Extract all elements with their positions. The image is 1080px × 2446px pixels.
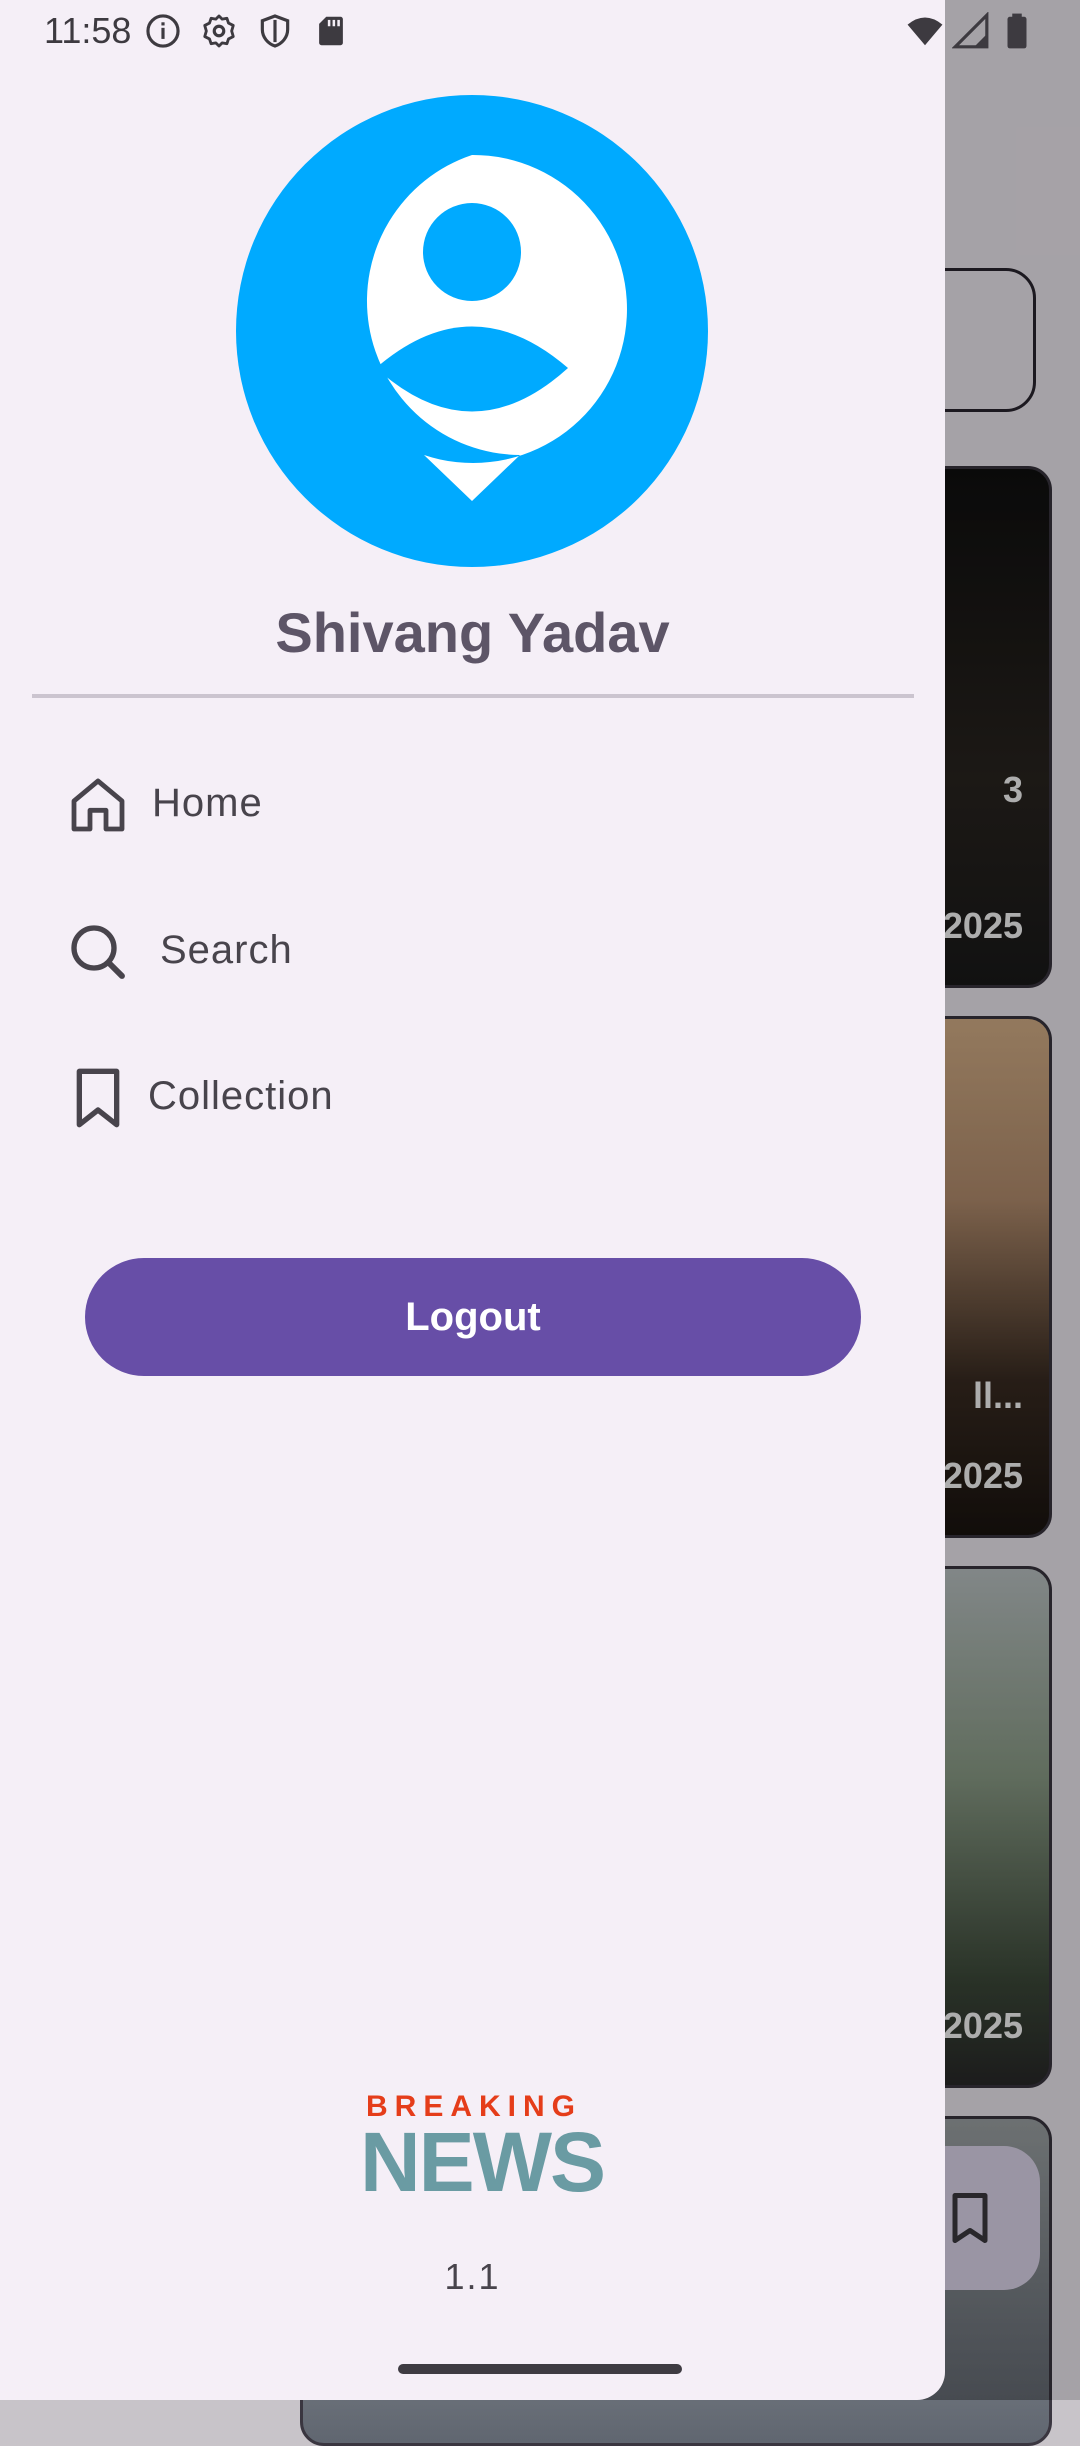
info-icon bbox=[146, 14, 180, 48]
sd-card-icon bbox=[319, 16, 343, 46]
status-bar: 11:58 bbox=[0, 0, 1080, 62]
logout-label: Logout bbox=[405, 1294, 541, 1339]
status-time: 11:58 bbox=[44, 10, 132, 51]
bookmark-icon bbox=[76, 1068, 120, 1128]
user-avatar-icon bbox=[236, 95, 708, 567]
battery-icon bbox=[1007, 13, 1027, 49]
user-name: Shivang Yadav bbox=[275, 601, 670, 664]
logout-button[interactable]: Logout bbox=[85, 1258, 861, 1376]
nav-item-home[interactable]: Home bbox=[0, 745, 945, 865]
signal-icon bbox=[952, 12, 989, 49]
navigation-drawer: Shivang Yadav Home Search Collection Log… bbox=[0, 0, 945, 2400]
search-icon bbox=[71, 925, 125, 979]
divider bbox=[32, 694, 914, 698]
home-gesture-bar[interactable] bbox=[398, 2364, 682, 2374]
breaking-news-logo: BREAKING NEWS bbox=[360, 2090, 606, 2209]
settings-icon bbox=[203, 14, 235, 48]
nav-item-search[interactable]: Search bbox=[0, 892, 945, 1012]
home-icon bbox=[71, 778, 125, 832]
nav-label-collection: Collection bbox=[148, 1074, 334, 1118]
nav-label-home: Home bbox=[152, 781, 263, 825]
shield-icon bbox=[260, 14, 290, 48]
wifi-icon bbox=[907, 17, 943, 46]
nav-label-search: Search bbox=[160, 928, 293, 972]
nav-item-collection[interactable]: Collection bbox=[0, 1038, 945, 1158]
brand-bottom-text: NEWS bbox=[360, 2115, 606, 2209]
app-version: 1.1 bbox=[444, 2256, 501, 2297]
